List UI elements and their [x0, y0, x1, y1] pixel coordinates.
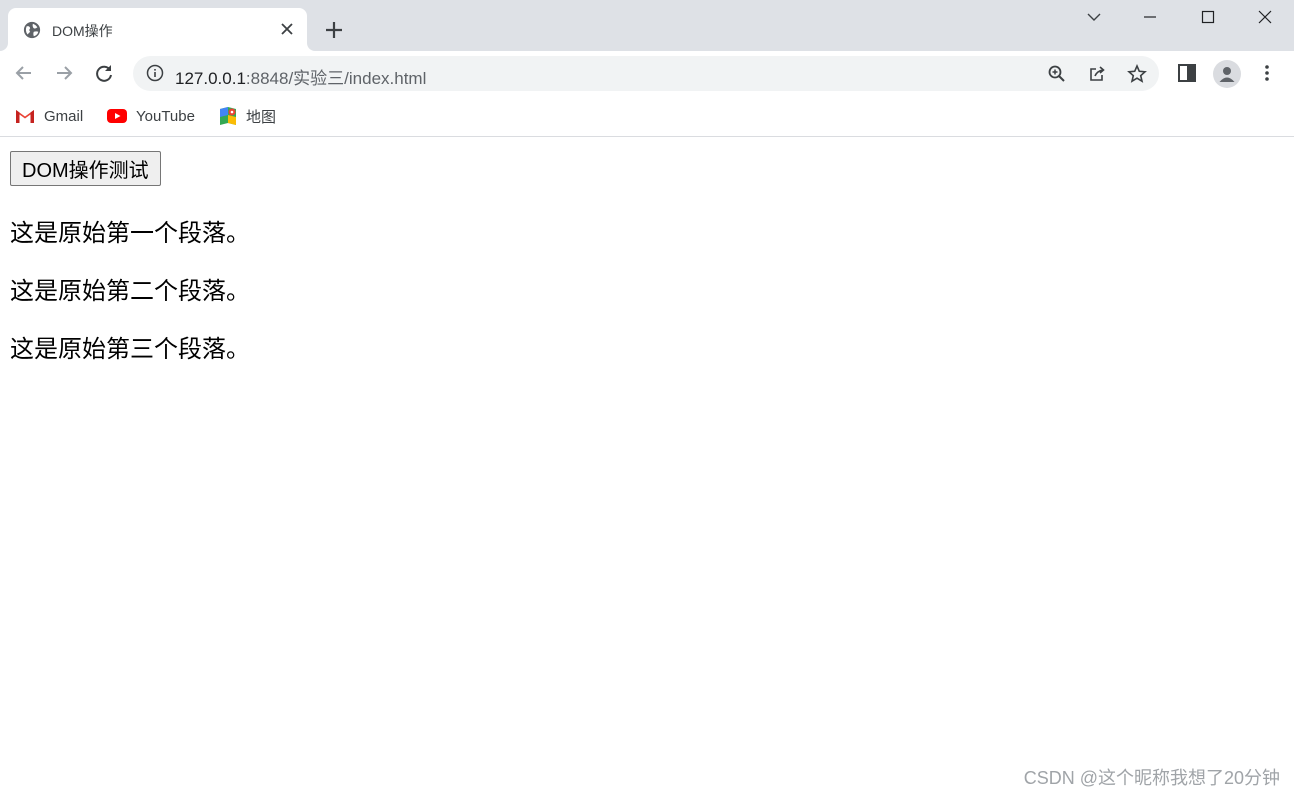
- profile-icon: [1219, 67, 1235, 82]
- minimize-icon: [1144, 16, 1156, 18]
- paragraph-1: 这是原始第一个段落。: [10, 220, 250, 247]
- watermark: CSDN @这个昵称我想了20分钟: [1023, 768, 1280, 788]
- close-icon: [1258, 10, 1272, 24]
- bookmark-gmail[interactable]: Gmail: [15, 105, 83, 127]
- address-bar[interactable]: 127.0.0.1:8848/实验三/index.html: [133, 56, 1159, 91]
- profile-button[interactable]: [1213, 60, 1241, 88]
- new-tab-plus-icon[interactable]: [323, 19, 345, 41]
- maps-icon: [220, 107, 236, 125]
- share-button[interactable]: [1086, 63, 1108, 85]
- bookmark-maps[interactable]: 地图: [219, 105, 276, 127]
- back-arrow-icon: [15, 66, 31, 80]
- kebab-menu-icon[interactable]: [1256, 62, 1278, 84]
- zoom-icon: [1048, 65, 1065, 82]
- forward-button[interactable]: [52, 61, 76, 85]
- maximize-icon: [1201, 10, 1215, 24]
- back-button[interactable]: [12, 61, 36, 85]
- side-panel-icon[interactable]: [1176, 62, 1198, 84]
- close-icon[interactable]: [278, 20, 296, 38]
- url-path: :8848/实验三/index.html: [245, 69, 427, 88]
- bookmark-label: YouTube: [136, 107, 195, 125]
- youtube-icon: [107, 109, 127, 123]
- minimize-button[interactable]: [1122, 0, 1178, 34]
- tab-title: DOM操作: [52, 23, 113, 39]
- reload-button[interactable]: [92, 61, 116, 85]
- star-icon: [1127, 64, 1147, 83]
- page-content: DOM操作测试 这是原始第一个段落。 这是原始第二个段落。 这是原始第三个段落。…: [0, 137, 1294, 796]
- share-icon: [1090, 66, 1105, 81]
- tab-dom[interactable]: DOM操作: [8, 8, 307, 51]
- browser-toolbar: 127.0.0.1:8848/实验三/index.html: [0, 51, 1294, 96]
- globe-icon: [23, 21, 41, 39]
- bookmark-label: Gmail: [44, 107, 84, 125]
- bookmark-youtube[interactable]: YouTube: [107, 105, 195, 127]
- dom-test-button[interactable]: DOM操作测试: [10, 151, 161, 186]
- maximize-button[interactable]: [1180, 0, 1236, 34]
- info-icon[interactable]: [146, 64, 164, 82]
- paragraph-3: 这是原始第三个段落。: [10, 336, 250, 363]
- window-close-button[interactable]: [1237, 0, 1293, 34]
- zoom-button[interactable]: [1046, 63, 1068, 85]
- url-text[interactable]: 127.0.0.1:8848/实验三/index.html: [175, 64, 426, 89]
- tab-strip: DOM操作: [0, 0, 1294, 51]
- forward-arrow-icon: [57, 66, 73, 80]
- reload-icon: [96, 65, 112, 82]
- chevron-down-icon: [1087, 13, 1101, 21]
- url-host: 127.0.0.1: [175, 69, 246, 88]
- browser-window: DOM操作 127.0.0.1:8848/实验三/index.html Gmai…: [0, 0, 1294, 796]
- bookmark-label: 地图: [246, 108, 277, 126]
- gmail-icon: [16, 110, 34, 123]
- bookmarks-bar: Gmail YouTube 地图: [0, 96, 1294, 137]
- bookmark-star-button[interactable]: [1126, 63, 1148, 85]
- tab-search-button[interactable]: [1066, 0, 1122, 34]
- paragraph-2: 这是原始第二个段落。: [10, 278, 250, 305]
